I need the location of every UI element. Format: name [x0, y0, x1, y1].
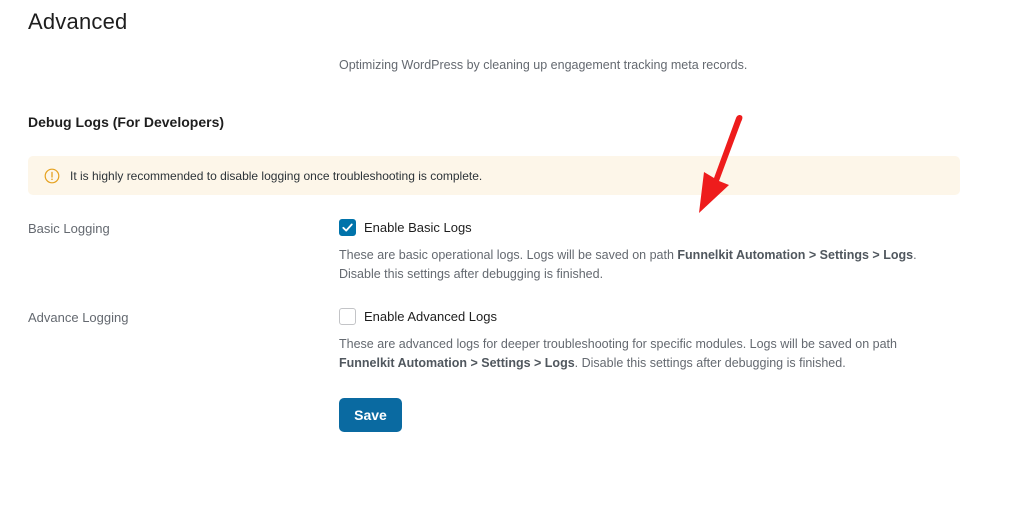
- advanced-desc-after: . Disable this settings after debugging …: [574, 356, 846, 370]
- info-circle-icon: [44, 168, 60, 184]
- advanced-desc-path: Funnelkit Automation > Settings > Logs: [339, 356, 575, 370]
- enable-advanced-logs-option[interactable]: Enable Advanced Logs: [339, 308, 497, 325]
- notice-text: It is highly recommended to disable logg…: [70, 168, 483, 183]
- intro-text: Optimizing WordPress by cleaning up enga…: [339, 58, 748, 72]
- page-title: Advanced: [28, 9, 128, 34]
- enable-basic-logs-label[interactable]: Enable Basic Logs: [364, 220, 472, 235]
- basic-logging-label: Basic Logging: [28, 221, 110, 236]
- checkmark-icon: [342, 223, 353, 232]
- enable-basic-logs-checkbox[interactable]: [339, 219, 356, 236]
- enable-advanced-logs-label[interactable]: Enable Advanced Logs: [364, 309, 497, 324]
- enable-basic-logs-option[interactable]: Enable Basic Logs: [339, 219, 472, 236]
- warning-notice: It is highly recommended to disable logg…: [28, 156, 960, 195]
- advanced-settings-page: Advanced Optimizing WordPress by cleanin…: [0, 0, 1024, 522]
- basic-logging-description: These are basic operational logs. Logs w…: [339, 246, 949, 284]
- section-title: Debug Logs (For Developers): [28, 114, 225, 130]
- basic-desc-path: Funnelkit Automation > Settings > Logs: [677, 248, 914, 262]
- advanced-desc-before: These are advanced logs for deeper troub…: [339, 337, 897, 351]
- save-button[interactable]: Save: [339, 398, 402, 432]
- red-arrow-icon: [699, 114, 743, 213]
- enable-advanced-logs-checkbox[interactable]: [339, 308, 356, 325]
- advanced-logging-description: These are advanced logs for deeper troub…: [339, 335, 949, 373]
- basic-desc-before: These are basic operational logs. Logs w…: [339, 248, 678, 262]
- advance-logging-label: Advance Logging: [28, 310, 129, 325]
